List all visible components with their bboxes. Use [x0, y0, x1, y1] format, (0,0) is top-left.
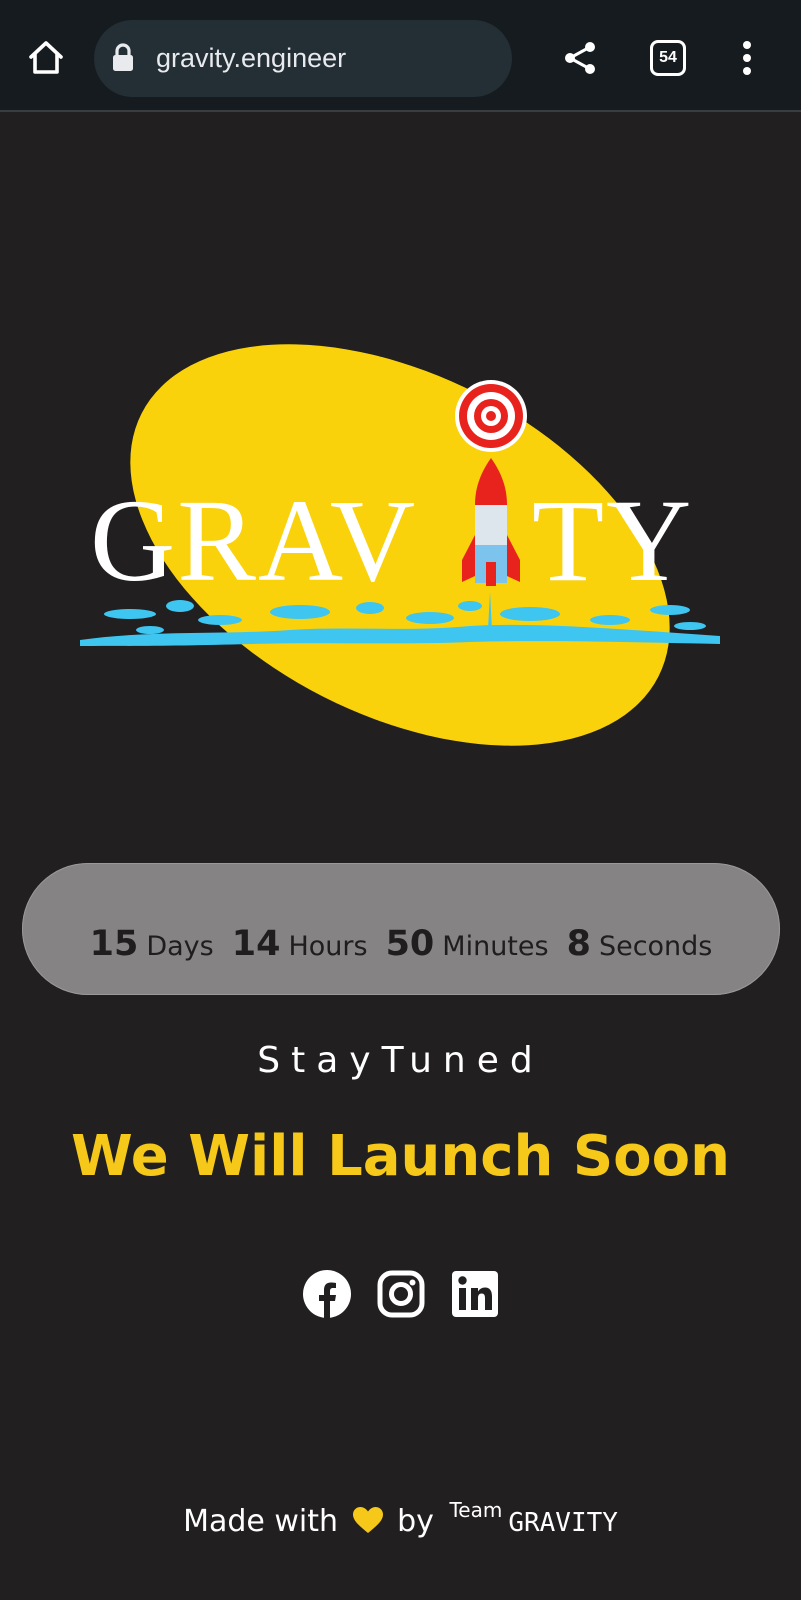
tab-switcher-button[interactable]: 54: [650, 40, 686, 76]
countdown-days: 15 Days: [90, 924, 214, 964]
launch-soon-heading: We Will Launch Soon: [70, 1124, 730, 1189]
countdown-value: 15: [89, 924, 139, 964]
social-links: [0, 1270, 801, 1320]
footer-team-label: Team: [449, 1498, 503, 1522]
countdown-label: Minutes: [442, 931, 549, 962]
footer-by: by: [397, 1504, 434, 1539]
instagram-icon[interactable]: [377, 1270, 425, 1318]
footer-team-name: GRAVITY: [508, 1508, 618, 1538]
footer: Made with by Team GRAVITY: [0, 1498, 801, 1539]
countdown-label: Seconds: [598, 931, 713, 962]
address-bar[interactable]: gravity.engineer: [94, 20, 512, 97]
tab-count: 54: [659, 49, 677, 66]
lock-icon: [113, 43, 133, 71]
footer-made-with: Made with: [183, 1504, 339, 1539]
countdown-seconds: 8 Seconds: [567, 924, 713, 964]
countdown-label: Hours: [288, 931, 368, 962]
svg-text:TY: TY: [532, 475, 693, 606]
countdown-value: 50: [385, 924, 435, 964]
browser-toolbar: gravity.engineer 54: [0, 0, 801, 112]
more-vert-icon[interactable]: [732, 38, 762, 78]
gravity-logo: GRAV TY: [80, 344, 720, 746]
countdown-value: 8: [566, 924, 591, 964]
countdown-label: Days: [146, 931, 214, 962]
countdown-timer: 15 Days 14 Hours 50 Minutes 8 Seconds: [22, 863, 780, 995]
countdown-hours: 14 Hours: [232, 924, 368, 964]
share-icon[interactable]: [562, 40, 598, 76]
heart-icon: [352, 1507, 383, 1533]
home-icon[interactable]: [26, 38, 66, 78]
countdown-minutes: 50 Minutes: [386, 924, 549, 964]
countdown-value: 14: [231, 924, 281, 964]
linkedin-icon[interactable]: [451, 1270, 499, 1318]
url-text[interactable]: gravity.engineer: [156, 42, 346, 74]
facebook-icon[interactable]: [302, 1270, 351, 1318]
svg-text:GRAV: GRAV: [90, 475, 417, 606]
stay-tuned-heading: StayTuned: [257, 1040, 544, 1081]
